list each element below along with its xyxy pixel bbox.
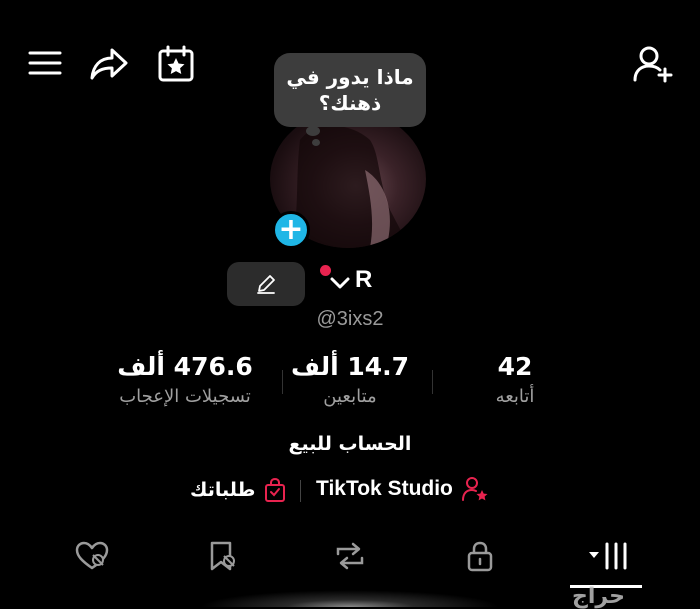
orders-link[interactable]: طلباتك (190, 477, 287, 503)
add-user-icon[interactable] (632, 44, 674, 84)
chevron-down-icon[interactable] (329, 276, 351, 290)
bottom-glow (200, 590, 500, 607)
repost-icon (336, 542, 364, 570)
bubble-text-line2: ذهنك؟ (318, 91, 382, 115)
status-bubble[interactable]: ماذا يدور في ذهنك؟ (274, 53, 426, 127)
tab-videos[interactable] (576, 538, 636, 574)
following-label: أتابعه (495, 386, 535, 407)
bookmark-hidden-icon (210, 541, 235, 571)
links-divider (300, 480, 301, 502)
heart-hidden-icon (75, 541, 109, 570)
likes-count[interactable]: 476.6 ألف (100, 352, 270, 381)
bio-text: الحساب للبيع (288, 433, 412, 455)
edit-profile-button[interactable] (227, 262, 305, 306)
bubble-text-line1: ماذا يدور في (286, 65, 414, 89)
calendar-star-icon[interactable] (156, 44, 196, 84)
tab-favorites[interactable] (192, 538, 252, 574)
tab-reposts[interactable] (320, 538, 380, 574)
followers-label: متابعين (323, 386, 377, 407)
display-name: R (355, 266, 373, 293)
shopping-bag-icon (265, 477, 286, 502)
studio-label: TikTok Studio (316, 477, 453, 500)
add-avatar-button[interactable]: + (272, 211, 310, 249)
tab-liked[interactable] (62, 538, 122, 574)
pencil-icon (257, 275, 275, 294)
share-icon[interactable] (88, 46, 130, 82)
tiktok-studio-link[interactable]: TikTok Studio (316, 476, 489, 502)
watermark: حراج (572, 584, 625, 609)
likes-label: تسجيلات الإعجاب (119, 386, 251, 407)
following-count[interactable]: 42 (460, 352, 570, 381)
tab-private[interactable] (450, 538, 510, 574)
lock-icon (467, 541, 493, 572)
bubble-tail (306, 126, 320, 136)
menu-icon[interactable] (28, 48, 62, 78)
bubble-tail (312, 139, 320, 146)
plus-icon: + (278, 212, 304, 247)
username: @3ixs2 (316, 308, 384, 330)
stat-divider (282, 370, 283, 394)
creator-user-icon (461, 477, 488, 501)
notification-dot (320, 265, 331, 276)
followers-count[interactable]: 14.7 ألف (290, 352, 410, 381)
stat-divider (432, 370, 433, 394)
grid-dropdown-icon (589, 542, 627, 570)
orders-label: طلباتك (190, 479, 256, 501)
